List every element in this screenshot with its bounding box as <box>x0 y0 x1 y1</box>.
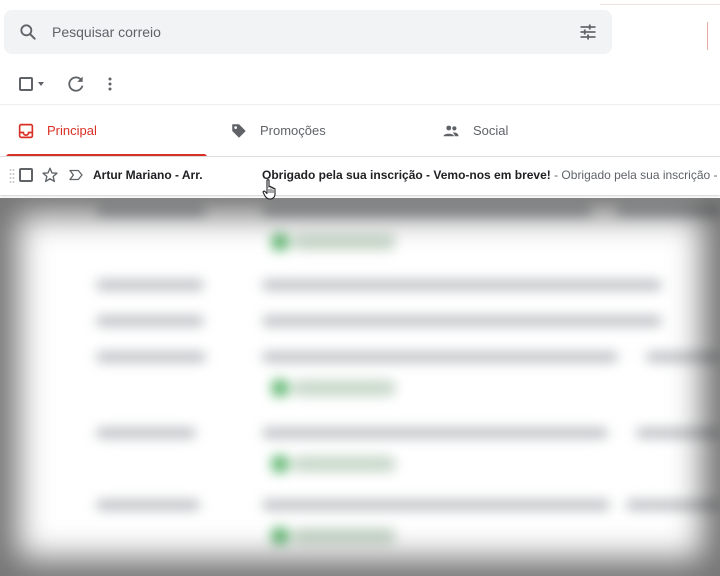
email-subject: Obrigado pela sua inscrição - Vemo-nos e… <box>262 168 551 182</box>
select-all-checkbox[interactable] <box>19 77 33 91</box>
blurred-row <box>636 428 720 438</box>
email-sender: Artur Mariano - Arr. <box>93 168 203 182</box>
inbox-icon <box>18 123 34 139</box>
blurred-attachment <box>292 234 396 250</box>
blurred-attachment-icon <box>272 528 288 544</box>
category-tabs: Principal Promoções Social <box>0 105 720 157</box>
blurred-row <box>262 428 608 438</box>
blurred-row <box>96 316 204 326</box>
tag-icon <box>232 124 246 138</box>
tab-social-label: Social <box>473 123 509 138</box>
more-vert-icon[interactable] <box>100 74 120 94</box>
blurred-email-list <box>0 198 720 576</box>
blurred-row <box>262 280 662 290</box>
tab-promocoes-label: Promoções <box>260 123 326 138</box>
drag-handle-icon[interactable] <box>9 168 15 184</box>
hand-cursor-icon <box>262 179 276 200</box>
tab-promocoes[interactable]: Promoções <box>213 105 425 157</box>
blurred-row <box>626 500 720 510</box>
blurred-row <box>96 206 206 216</box>
blurred-row <box>262 352 618 362</box>
top-border <box>600 4 720 5</box>
search-icon[interactable] <box>18 22 38 42</box>
search-input[interactable] <box>52 10 552 54</box>
filter-icon[interactable] <box>578 22 598 42</box>
tab-principal[interactable]: Principal <box>0 105 208 157</box>
blurred-row <box>96 280 204 290</box>
blurred-row <box>262 500 610 510</box>
star-icon[interactable] <box>41 166 59 184</box>
search-bar[interactable] <box>4 10 612 54</box>
email-preview: Obrigado pela sua inscrição - Vemo-nos e… <box>262 168 720 182</box>
blurred-attachment <box>292 380 396 396</box>
blurred-row <box>262 206 592 216</box>
blurred-row <box>616 206 720 216</box>
refresh-icon[interactable] <box>66 74 86 94</box>
blurred-row <box>96 500 200 510</box>
people-icon <box>443 125 459 137</box>
blurred-row <box>262 316 662 326</box>
blurred-row <box>96 352 206 362</box>
tab-principal-label: Principal <box>47 123 97 138</box>
window-edge <box>707 22 708 50</box>
tab-social[interactable]: Social <box>425 105 637 157</box>
blurred-row <box>96 428 196 438</box>
email-row[interactable]: Artur Mariano - Arr. Obrigado pela sua i… <box>0 157 720 195</box>
blurred-content <box>0 198 720 576</box>
email-snippet: - Obrigado pela sua inscrição - Vemo-nos… <box>554 168 720 182</box>
blurred-attachment <box>292 528 396 544</box>
email-checkbox[interactable] <box>19 168 33 182</box>
blurred-attachment-icon <box>272 456 288 472</box>
toolbar <box>0 62 720 104</box>
blurred-row <box>646 352 720 362</box>
important-icon[interactable] <box>67 166 85 184</box>
blurred-attachment-icon <box>272 380 288 396</box>
blurred-attachment <box>292 456 396 472</box>
blurred-attachment-icon <box>272 234 288 250</box>
select-dropdown-icon[interactable] <box>38 82 44 86</box>
